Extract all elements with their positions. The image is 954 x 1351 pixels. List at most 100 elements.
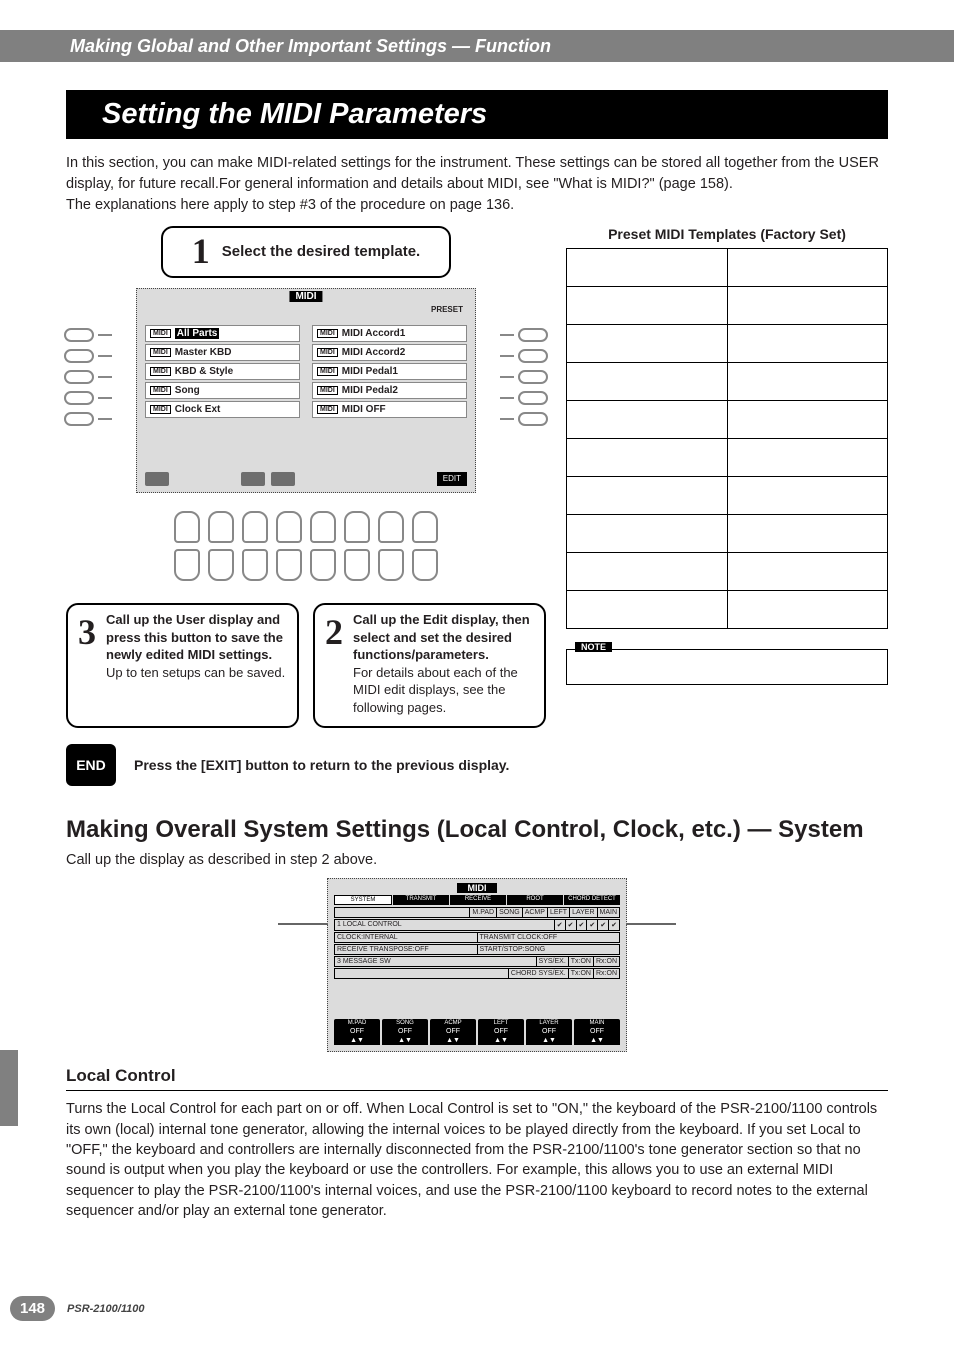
- tmpl-6-0: [567, 477, 728, 515]
- template-song[interactable]: MIDISong: [145, 382, 300, 399]
- templates-column: Preset MIDI Templates (Factory Set) NOTE: [566, 226, 888, 786]
- panel-button-i[interactable]: [486, 389, 548, 407]
- screen2-bottom-labels: M.PADSONG ACMPLEFT LAYERMAIN: [334, 1019, 620, 1027]
- screen2-message-sw-row: 3 MESSAGE SW SYS/EX.Tx:ONRx:ON: [334, 956, 620, 967]
- panel-button-b[interactable]: [64, 347, 126, 365]
- screen2-local-control-row: 1 LOCAL CONTROL ✔✔✔✔✔✔: [334, 919, 620, 931]
- panel-button-e[interactable]: [64, 410, 126, 428]
- tmpl-5-1: [727, 439, 888, 477]
- step2-callout: 2 Call up the Edit display, then select …: [313, 603, 546, 728]
- panel-button-j[interactable]: [486, 410, 548, 428]
- breadcrumb: Making Global and Other Important Settin…: [0, 30, 954, 62]
- template-clock-ext[interactable]: MIDIClock Ext: [145, 401, 300, 418]
- system-heading: Making Overall System Settings (Local Co…: [66, 816, 888, 844]
- tmpl-4-0: [567, 401, 728, 439]
- panel-button-f[interactable]: [486, 326, 548, 344]
- note-box: NOTE: [566, 649, 888, 685]
- end-icon: END: [66, 744, 116, 786]
- tmpl-1-0: [567, 287, 728, 325]
- step3-rest: Up to ten setups can be saved.: [106, 665, 285, 680]
- dial-8[interactable]: [410, 511, 440, 581]
- screen2-title: MIDI: [457, 883, 497, 893]
- dial-1[interactable]: [172, 511, 202, 581]
- tmpl-7-0: [567, 515, 728, 553]
- local-control-body: Turns the Local Control for each part on…: [66, 1099, 888, 1221]
- template-accord1[interactable]: MIDIMIDI Accord1: [312, 325, 467, 342]
- page-content: Setting the MIDI Parameters In this sect…: [66, 90, 888, 1221]
- screen1-name-button[interactable]: [145, 472, 169, 486]
- tmpl-0-1: [727, 249, 888, 287]
- step1-text: Select the desired template.: [222, 243, 420, 260]
- screen1-edit-button[interactable]: EDIT: [437, 472, 467, 486]
- step3-bold: Call up the User display and press this …: [106, 612, 283, 662]
- templates-heading: Preset MIDI Templates (Factory Set): [566, 226, 888, 242]
- tmpl-8-0: [567, 553, 728, 591]
- tmpl-7-1: [727, 515, 888, 553]
- system-intro-p: Call up the display as described in step…: [66, 852, 888, 868]
- panel-button-d[interactable]: [64, 389, 126, 407]
- template-accord2[interactable]: MIDIMIDI Accord2: [312, 344, 467, 361]
- end-text: Press the [EXIT] button to return to the…: [134, 757, 509, 773]
- tab-receive[interactable]: RECEIVE: [450, 895, 506, 905]
- step2-number: 2: [325, 611, 343, 716]
- tmpl-3-1: [727, 363, 888, 401]
- dial-buttons-row: [66, 511, 546, 581]
- dial-7[interactable]: [376, 511, 406, 581]
- step3-callout: 3 Call up the User display and press thi…: [66, 603, 299, 728]
- tab-system[interactable]: SYSTEM: [334, 895, 392, 905]
- tmpl-2-0: [567, 325, 728, 363]
- tmpl-2-1: [727, 325, 888, 363]
- screen2-clock-row: CLOCK:INTERNAL TRANSMIT CLOCK:OFF: [334, 932, 620, 943]
- template-pedal2[interactable]: MIDIMIDI Pedal2: [312, 382, 467, 399]
- step3-number: 3: [78, 611, 96, 716]
- leader-line-right: [626, 923, 676, 925]
- screen1-preset-label: PRESET: [431, 305, 463, 314]
- dial-4[interactable]: [274, 511, 304, 581]
- tmpl-3-0: [567, 363, 728, 401]
- tab-chord-detect[interactable]: CHORD DETECT: [564, 895, 620, 905]
- template-all-parts[interactable]: MIDIAll Parts: [145, 325, 300, 342]
- tab-transmit[interactable]: TRANSMIT: [393, 895, 449, 905]
- screen1-util-button-2[interactable]: [271, 472, 295, 486]
- dial-3[interactable]: [240, 511, 270, 581]
- panel-button-h[interactable]: [486, 368, 548, 386]
- tmpl-1-1: [727, 287, 888, 325]
- template-kbd-style[interactable]: MIDIKBD & Style: [145, 363, 300, 380]
- panel-buttons-right: [486, 326, 548, 431]
- side-tab: [0, 1050, 18, 1126]
- step2-rest: For details about each of the MIDI edit …: [353, 665, 518, 715]
- dial-6[interactable]: [342, 511, 372, 581]
- dial-5[interactable]: [308, 511, 338, 581]
- screen2-chord-sysex-row: CHORD SYS/EX.Tx:ONRx:ON: [334, 968, 620, 979]
- panel-button-c[interactable]: [64, 368, 126, 386]
- screen2-bottom-arrows: ▲▼▲▼ ▲▼▲▼ ▲▼▲▼: [334, 1036, 620, 1045]
- intro-p2: The explanations here apply to step #3 o…: [66, 195, 888, 216]
- screen2-transpose-row: RECEIVE TRANSPOSE:OFF START/STOP:SONG: [334, 944, 620, 955]
- screen1-title: MIDI: [289, 291, 322, 302]
- note-label: NOTE: [575, 642, 612, 652]
- template-midi-off[interactable]: MIDIMIDI OFF: [312, 401, 467, 418]
- model-name: PSR-2100/1100: [67, 1303, 144, 1315]
- template-pedal1[interactable]: MIDIMIDI Pedal1: [312, 363, 467, 380]
- header-bar: Making Global and Other Important Settin…: [0, 30, 954, 62]
- local-control-heading: Local Control: [66, 1066, 888, 1086]
- local-control-p: Turns the Local Control for each part on…: [66, 1099, 888, 1221]
- screen2-bottom-off: OFFOFF OFFOFF OFFOFF: [334, 1027, 620, 1036]
- figure-left-column: 1 Select the desired template.: [66, 226, 546, 786]
- screen2-header-row: M.PADSONGACMP LEFTLAYERMAIN: [334, 907, 620, 918]
- screen1-util-button-1[interactable]: [241, 472, 265, 486]
- intro-p1: In this section, you can make MIDI-relat…: [66, 153, 888, 195]
- tmpl-6-1: [727, 477, 888, 515]
- intro-text: In this section, you can make MIDI-relat…: [66, 153, 888, 216]
- tab-root[interactable]: ROOT: [507, 895, 563, 905]
- system-screen: MIDI SYSTEM TRANSMIT RECEIVE ROOT CHORD …: [327, 878, 627, 1052]
- section-title: Setting the MIDI Parameters: [102, 98, 878, 131]
- step2-bold: Call up the Edit display, then select an…: [353, 612, 530, 662]
- template-master-kbd[interactable]: MIDIMaster KBD: [145, 344, 300, 361]
- tmpl-5-0: [567, 439, 728, 477]
- panel-button-a[interactable]: [64, 326, 126, 344]
- panel-buttons-left: [64, 326, 126, 431]
- panel-button-g[interactable]: [486, 347, 548, 365]
- dial-2[interactable]: [206, 511, 236, 581]
- page-number: 148: [10, 1296, 55, 1321]
